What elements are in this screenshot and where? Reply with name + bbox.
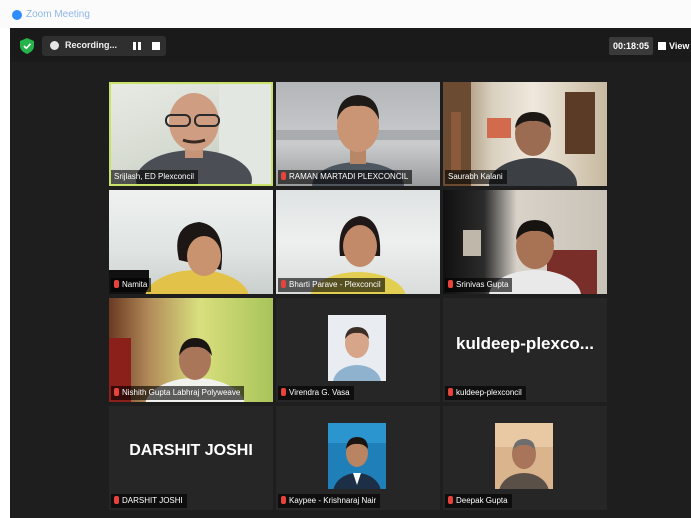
participant-tile[interactable]: Nishith Gupta Labhraj Polyweave [109, 298, 273, 402]
muted-mic-icon [281, 496, 286, 504]
participant-profile-picture [328, 423, 386, 489]
participant-tile[interactable]: Deepak Gupta [443, 406, 607, 510]
recording-dot-icon [50, 41, 59, 50]
recording-label: Recording... [65, 40, 118, 50]
participant-tile[interactable]: DARSHIT JOSHI DARSHIT JOSHI [109, 406, 273, 510]
participant-profile-picture [328, 315, 386, 381]
stop-recording-icon[interactable] [152, 42, 160, 50]
window-title-bar: Zoom Meeting [0, 0, 691, 28]
shield-icon[interactable] [20, 38, 34, 54]
participant-name: Srijlash, ED Plexconcil [111, 170, 199, 184]
participant-display-name: DARSHIT JOSHI [129, 442, 253, 459]
grid-view-icon [658, 42, 666, 50]
participant-name: Virendra G. Vasa [278, 386, 354, 400]
participant-name: Saurabh Kalani [445, 170, 507, 184]
muted-mic-icon [448, 496, 453, 504]
muted-mic-icon [114, 388, 119, 396]
participant-tile[interactable]: Kaypee - Krishnaraj Nair [276, 406, 440, 510]
participant-tile[interactable]: Saurabh Kalani [443, 82, 607, 186]
participant-name: Nishith Gupta Labhraj Polyweave [111, 386, 245, 400]
view-label: View [669, 41, 690, 51]
participant-name: RAMAN MARTADI PLEXCONCIL [278, 170, 413, 184]
zoom-app-icon [12, 10, 22, 20]
participant-name: Deepak Gupta [445, 494, 512, 508]
participant-name: Kaypee - Krishnaraj Nair [278, 494, 381, 508]
muted-mic-icon [281, 172, 286, 180]
pause-recording-icon[interactable] [133, 42, 141, 50]
participant-tile[interactable]: Srinivas Gupta [443, 190, 607, 294]
participant-tile[interactable]: RAMAN MARTADI PLEXCONCIL [276, 82, 440, 186]
participant-tile[interactable]: kuldeep-plexco... kuldeep-plexconcil [443, 298, 607, 402]
muted-mic-icon [448, 280, 453, 288]
participant-tile[interactable]: Srijlash, ED Plexconcil [109, 82, 273, 186]
muted-mic-icon [114, 496, 119, 504]
participant-name: kuldeep-plexconcil [445, 386, 526, 400]
muted-mic-icon [281, 280, 286, 288]
participant-name: Srinivas Gupta [445, 278, 513, 292]
view-button[interactable]: View [658, 37, 691, 55]
participant-name: DARSHIT JOSHI [111, 494, 187, 508]
muted-mic-icon [448, 388, 453, 396]
participant-tile[interactable]: Virendra G. Vasa [276, 298, 440, 402]
meeting-timer: 00:18:05 [609, 37, 653, 55]
muted-mic-icon [281, 388, 286, 396]
participant-name: Bharti Parave - Plexconcil [278, 278, 385, 292]
participant-tile[interactable]: Bharti Parave - Plexconcil [276, 190, 440, 294]
participant-tile[interactable]: Namita [109, 190, 273, 294]
participant-name: Namita [111, 278, 152, 292]
muted-mic-icon [114, 280, 119, 288]
participant-display-name: kuldeep-plexco... [456, 334, 594, 353]
participant-profile-picture [495, 423, 553, 489]
window-title: Zoom Meeting [26, 9, 90, 20]
